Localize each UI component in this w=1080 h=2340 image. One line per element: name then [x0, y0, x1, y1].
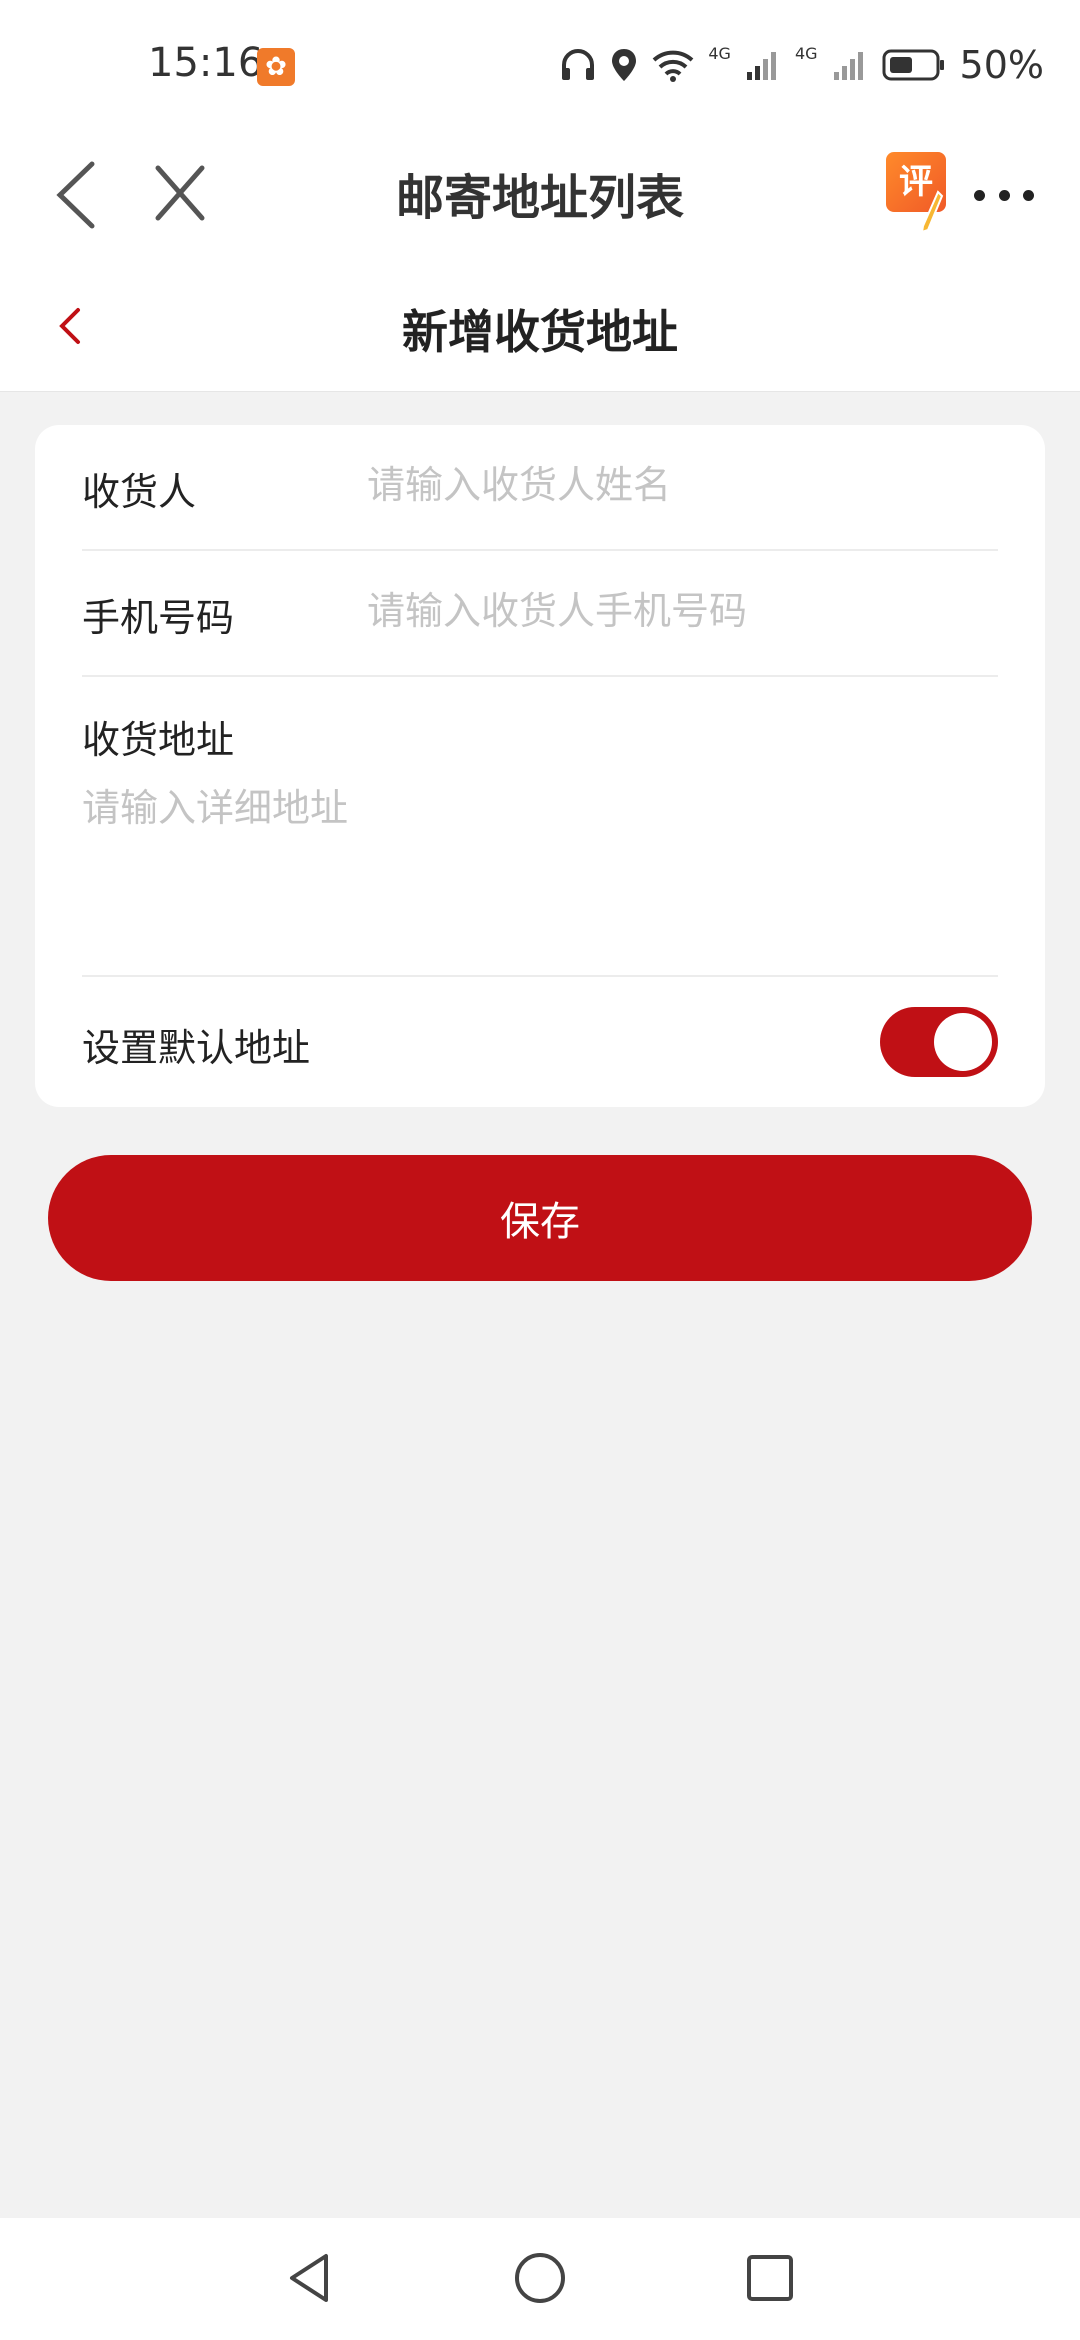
- save-button[interactable]: 保存: [48, 1155, 1032, 1281]
- wifi-icon: [653, 50, 694, 82]
- address-row: 收货地址: [82, 677, 998, 977]
- system-navigation-bar: [0, 2218, 1080, 2340]
- phone-input[interactable]: [367, 579, 987, 643]
- more-icon[interactable]: [974, 180, 1034, 210]
- recipient-row: 收货人: [82, 425, 998, 551]
- recipient-label: 收货人: [82, 470, 197, 514]
- location-icon: [612, 49, 637, 81]
- pen-icon: [920, 190, 944, 234]
- phone-label: 手机号码: [82, 596, 235, 640]
- page-title: 新增收货地址: [402, 305, 678, 359]
- address-label: 收货地址: [82, 718, 235, 762]
- address-textarea[interactable]: [82, 777, 982, 957]
- status-time: 15:16: [148, 40, 264, 86]
- network-label-2: 4G: [794, 44, 818, 63]
- headphones-icon: [562, 49, 595, 80]
- recipient-input[interactable]: [367, 453, 987, 517]
- navigation-bar: 邮寄地址列表 评: [0, 130, 1080, 260]
- signal-icon: [833, 52, 863, 80]
- system-recent-apps-icon[interactable]: [740, 2248, 800, 2308]
- default-address-toggle[interactable]: [880, 1007, 998, 1077]
- app-notification-icon: ✿: [257, 48, 295, 86]
- status-icons: 4G 4G 50%: [560, 40, 1044, 90]
- address-form-card: 收货人 手机号码 收货地址 设置默认地址: [35, 425, 1045, 1107]
- phone-row: 手机号码: [82, 551, 998, 677]
- system-home-icon[interactable]: [510, 2248, 570, 2308]
- system-back-icon[interactable]: [280, 2248, 340, 2308]
- battery-icon: [882, 49, 944, 81]
- battery-percentage: 50%: [959, 43, 1044, 87]
- network-label-1: 4G: [708, 44, 731, 63]
- signal-icon: [746, 52, 776, 80]
- default-address-row: 设置默认地址: [82, 977, 998, 1107]
- status-bar: 15:16 ✿ 4G 4G 50%: [0, 0, 1080, 130]
- page-header: 新增收货地址: [0, 260, 1080, 392]
- toggle-knob: [934, 1013, 992, 1071]
- default-address-label: 设置默认地址: [82, 1026, 311, 1070]
